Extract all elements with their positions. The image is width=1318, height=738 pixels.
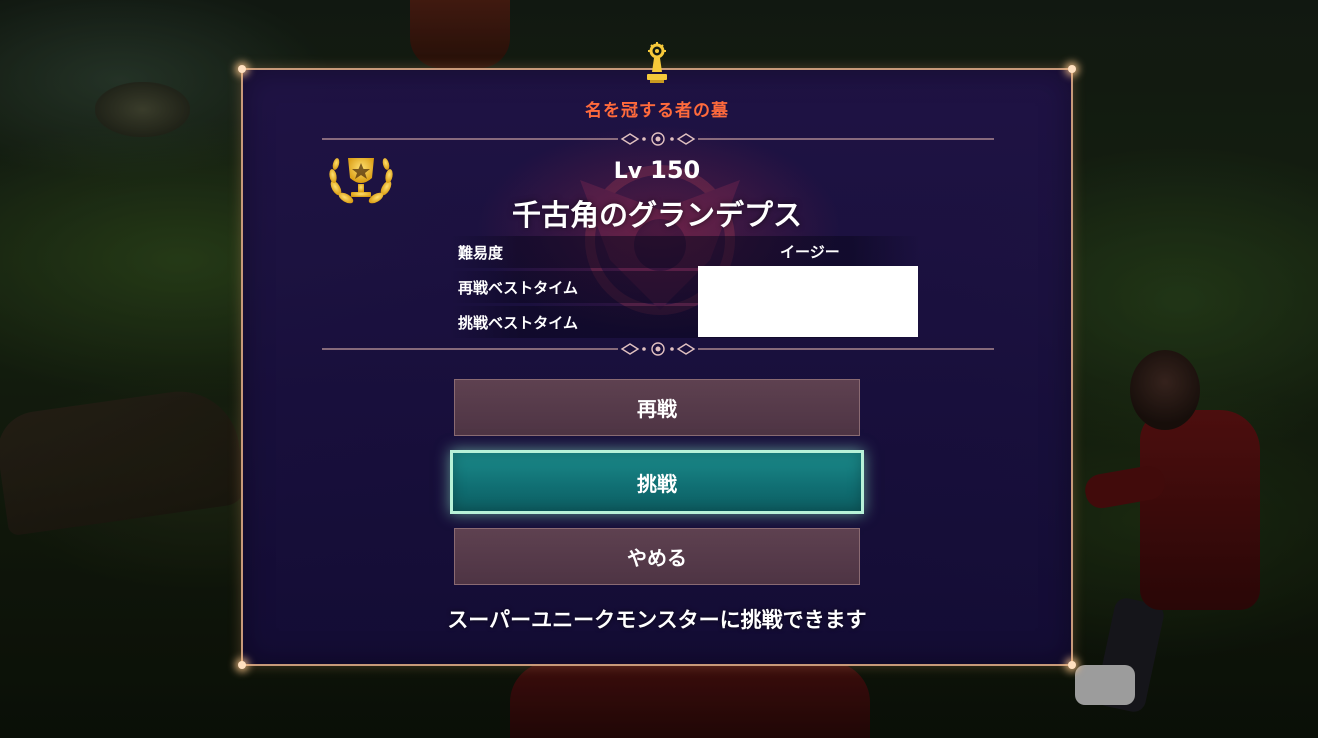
dialog-message: スーパーユニークモンスターに挑戦できます xyxy=(447,608,867,632)
info-label: 難易度 xyxy=(458,244,504,262)
info-value: イージー xyxy=(780,243,840,261)
level-prefix: Lv xyxy=(613,159,643,184)
monster-level: Lv 150 xyxy=(241,156,1073,184)
corner-glow xyxy=(238,661,246,669)
corner-glow xyxy=(1068,661,1076,669)
corner-glow xyxy=(1068,65,1076,73)
corner-glow xyxy=(238,65,246,73)
level-value: 150 xyxy=(650,156,701,184)
location-name: 名を冠する者の墓 xyxy=(585,101,729,121)
pedestal-emblem-icon xyxy=(647,42,667,83)
info-label: 再戦ベストタイム xyxy=(458,279,579,297)
redacted-best-times xyxy=(698,266,918,337)
ornament-divider xyxy=(322,342,994,356)
quit-button[interactable]: やめる xyxy=(454,528,860,585)
rematch-button[interactable]: 再戦 xyxy=(454,379,860,436)
challenge-button[interactable]: 挑戦 xyxy=(450,450,864,514)
ornament-divider xyxy=(322,132,994,146)
monster-name: 千古角のグランデプス xyxy=(511,198,802,232)
info-label: 挑戦ベストタイム xyxy=(458,314,579,332)
info-row-difficulty: 難易度 イージー xyxy=(450,236,920,268)
